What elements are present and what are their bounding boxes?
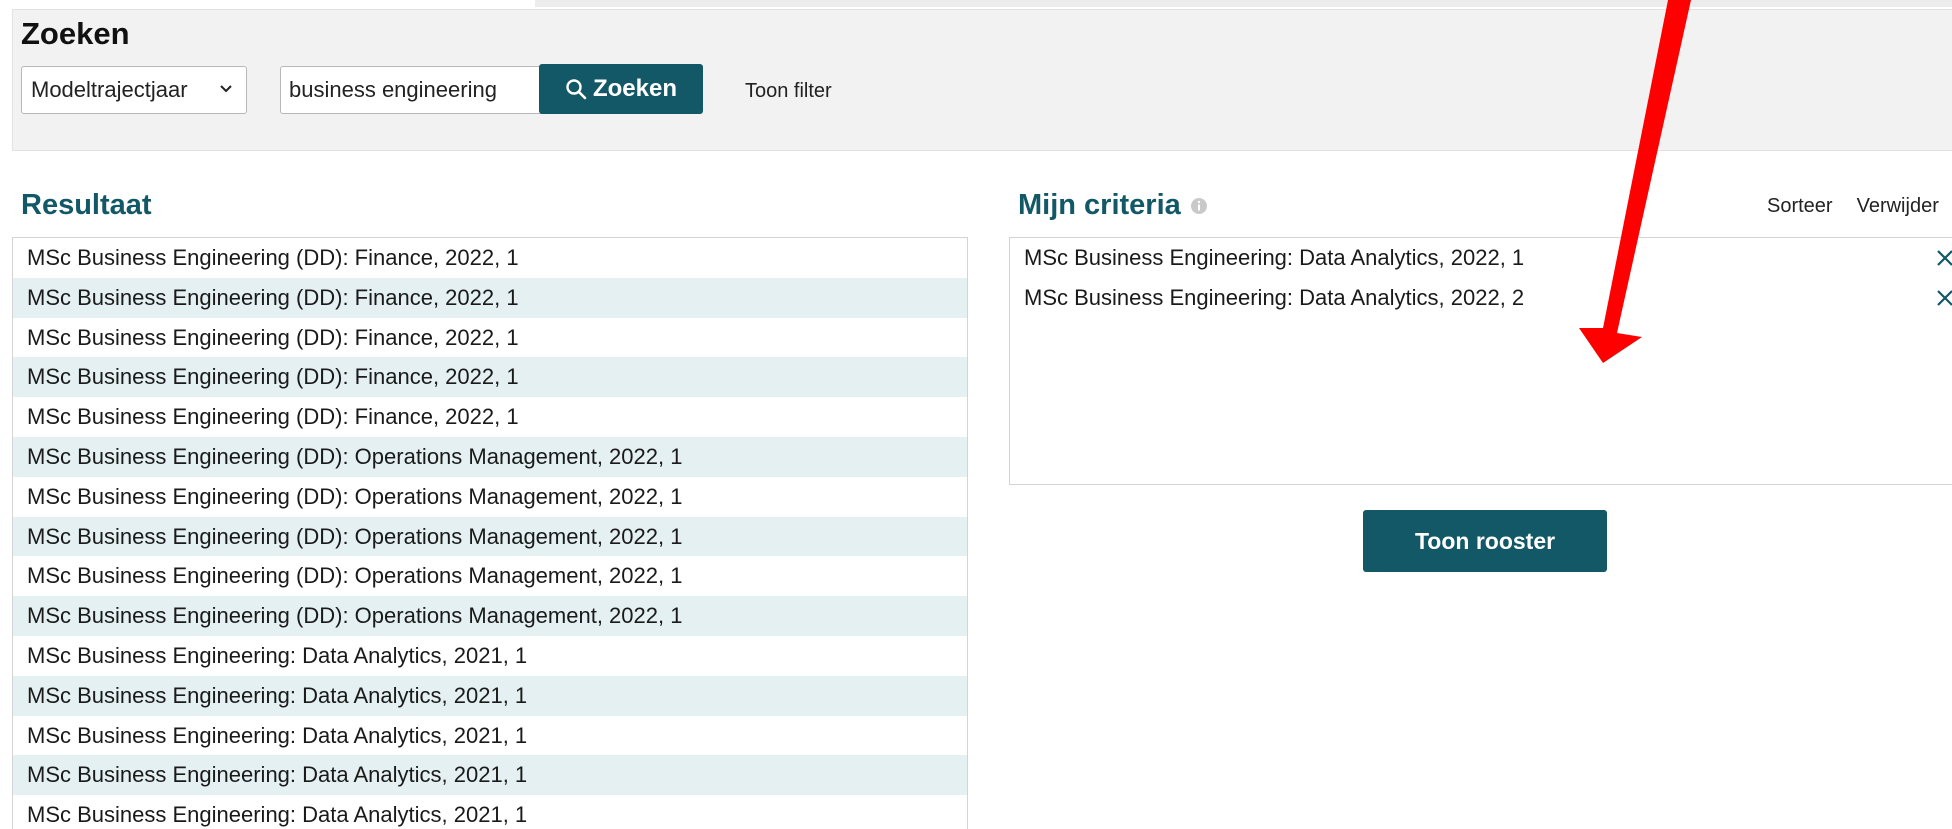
search-type-select-value: Modeltrajectjaar (31, 77, 188, 102)
result-item[interactable]: MSc Business Engineering: Data Analytics… (13, 755, 967, 796)
criteria-list: MSc Business Engineering: Data Analytics… (1009, 237, 1952, 485)
toggle-filter-link[interactable]: Toon filter (745, 80, 832, 103)
search-input[interactable]: business engineering (280, 66, 552, 114)
results-list: MSc Business Engineering (DD): Finance, … (12, 237, 968, 829)
results-title: Resultaat (21, 189, 152, 221)
info-icon[interactable] (1190, 197, 1208, 215)
search-button-label: Zoeken (592, 75, 678, 102)
close-icon[interactable] (1933, 278, 1952, 318)
search-icon (566, 79, 587, 100)
result-item[interactable]: MSc Business Engineering (DD): Finance, … (13, 238, 967, 278)
result-item[interactable]: MSc Business Engineering (DD): Operation… (13, 436, 967, 477)
result-item[interactable]: MSc Business Engineering (DD): Finance, … (13, 318, 967, 358)
criteria-item-label: MSc Business Engineering: Data Analytics… (1024, 285, 1525, 310)
criteria-actions: Sorteer Verwijder (1767, 195, 1939, 218)
search-button[interactable]: Zoeken (539, 64, 703, 114)
criteria-item: MSc Business Engineering: Data Analytics… (1010, 278, 1952, 318)
search-input-value: business engineering (289, 77, 497, 102)
result-item[interactable]: MSc Business Engineering: Data Analytics… (13, 636, 967, 676)
remove-all-button[interactable]: Verwijder (1857, 195, 1939, 218)
result-item[interactable]: MSc Business Engineering (DD): Operation… (13, 556, 967, 596)
result-item[interactable]: MSc Business Engineering (DD): Operation… (13, 516, 967, 557)
result-item[interactable]: MSc Business Engineering (DD): Finance, … (13, 277, 967, 318)
close-icon[interactable] (1933, 238, 1952, 278)
chevron-down-icon (220, 85, 232, 93)
search-type-select[interactable]: Modeltrajectjaar (21, 66, 247, 114)
show-schedule-button[interactable]: Toon rooster (1363, 510, 1607, 572)
criteria-item-label: MSc Business Engineering: Data Analytics… (1024, 245, 1525, 270)
result-item[interactable]: MSc Business Engineering: Data Analytics… (13, 716, 967, 756)
result-item[interactable]: MSc Business Engineering (DD): Operation… (13, 596, 967, 636)
criteria-title: Mijn criteria (1018, 189, 1208, 222)
criteria-item: MSc Business Engineering: Data Analytics… (1010, 238, 1952, 278)
result-item[interactable]: MSc Business Engineering (DD): Operation… (13, 477, 967, 517)
result-item[interactable]: MSc Business Engineering (DD): Finance, … (13, 397, 967, 437)
search-title: Zoeken (21, 16, 130, 51)
result-item[interactable]: MSc Business Engineering: Data Analytics… (13, 675, 967, 716)
top-strip (535, 0, 1952, 7)
result-item[interactable]: MSc Business Engineering (DD): Finance, … (13, 357, 967, 398)
result-item[interactable]: MSc Business Engineering: Data Analytics… (13, 795, 967, 829)
criteria-title-text: Mijn criteria (1018, 189, 1181, 221)
sort-button[interactable]: Sorteer (1767, 195, 1833, 218)
